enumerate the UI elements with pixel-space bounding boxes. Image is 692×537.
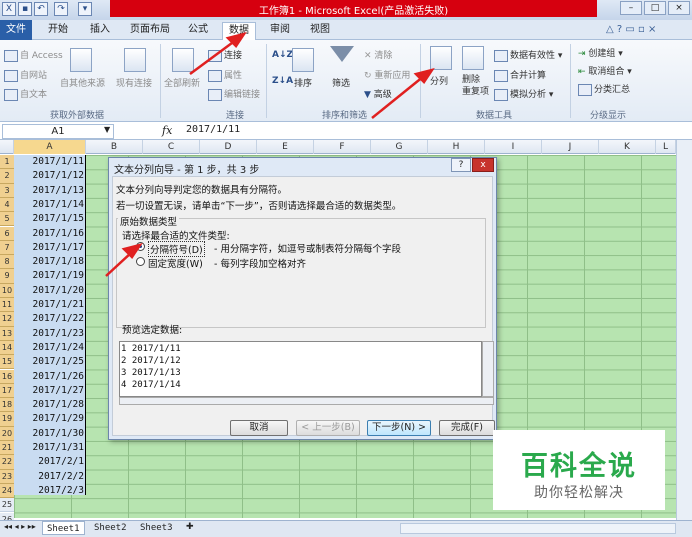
annotation-arrows [105, 32, 435, 277]
arrow-to-delimited [105, 251, 133, 277]
arrow-to-data-tab [189, 38, 237, 76]
arrow-to-text-to-columns [371, 75, 425, 119]
arrowhead [121, 243, 143, 259]
